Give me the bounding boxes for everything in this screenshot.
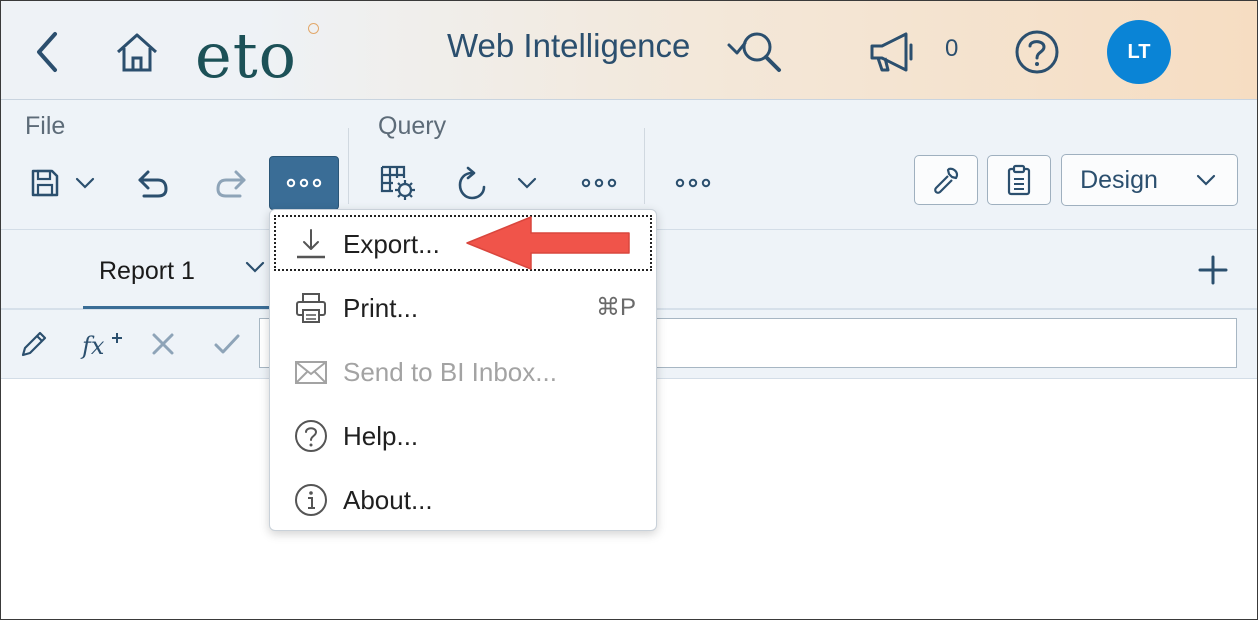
save-button[interactable] xyxy=(25,164,65,202)
refresh-icon xyxy=(458,166,486,200)
home-icon xyxy=(116,33,158,72)
pencil-icon xyxy=(21,331,47,357)
query-settings-button[interactable] xyxy=(377,162,419,204)
chevron-down-icon xyxy=(75,177,95,189)
menu-item-label: About... xyxy=(343,485,433,515)
company-logo: eto xyxy=(195,19,297,92)
menu-item-help[interactable]: Help... xyxy=(274,407,652,463)
refresh-dropdown-button[interactable] xyxy=(513,168,541,198)
envelope-icon xyxy=(294,355,328,389)
group-divider xyxy=(644,128,645,204)
wrench-icon xyxy=(934,167,959,194)
download-icon xyxy=(294,227,328,261)
app-window: eto Web Intelligence 0 LT File Query Des… xyxy=(0,0,1258,620)
edit-formula-button[interactable] xyxy=(17,322,51,366)
info-icon xyxy=(294,483,328,517)
home-button[interactable] xyxy=(111,27,163,77)
file-more-button[interactable] xyxy=(269,156,339,210)
menu-item-print[interactable]: Print... ⌘P xyxy=(274,279,652,335)
megaphone-icon xyxy=(870,32,913,72)
chevron-down-icon xyxy=(1196,174,1216,186)
chevron-down-icon xyxy=(517,177,537,189)
shell-header: eto Web Intelligence 0 LT xyxy=(1,1,1257,100)
toolbar-overflow-button[interactable] xyxy=(673,170,713,196)
notification-count: 0 xyxy=(945,35,959,62)
design-button[interactable]: Design xyxy=(1061,154,1177,206)
user-avatar[interactable]: LT xyxy=(1107,20,1171,84)
help-button[interactable] xyxy=(1013,28,1061,76)
query-settings-icon xyxy=(380,165,415,200)
chevron-down-icon[interactable] xyxy=(245,260,265,278)
query-group-label: Query xyxy=(378,112,447,140)
tab-report-1[interactable]: Report 1 xyxy=(83,230,269,309)
design-dropdown-button[interactable] xyxy=(1175,154,1238,206)
file-group-label: File xyxy=(25,112,66,140)
undo-button[interactable] xyxy=(131,164,175,204)
search-icon xyxy=(727,32,781,72)
cancel-formula-button[interactable] xyxy=(145,322,181,366)
query-more-button[interactable] xyxy=(579,170,619,196)
refresh-button[interactable] xyxy=(453,162,493,204)
plus-icon xyxy=(1198,255,1228,285)
chevron-left-icon xyxy=(37,32,57,72)
redo-icon xyxy=(216,170,246,198)
add-report-button[interactable] xyxy=(1197,254,1229,291)
menu-item-label: Help... xyxy=(343,421,419,451)
app-title: Web Intelligence xyxy=(447,27,691,64)
menu-item-send-to-inbox: Send to BI Inbox... xyxy=(274,343,652,399)
save-dropdown-button[interactable] xyxy=(71,168,99,198)
more-icon xyxy=(286,178,322,188)
function-button[interactable]: fx xyxy=(79,322,127,366)
tab-label: Report 1 xyxy=(99,257,195,285)
help-icon xyxy=(1015,30,1059,74)
search-button[interactable] xyxy=(725,25,785,77)
save-icon xyxy=(31,169,59,197)
help-icon xyxy=(294,419,328,453)
notifications-button[interactable] xyxy=(867,27,917,77)
logo-accent xyxy=(308,23,319,34)
printer-icon xyxy=(294,291,328,325)
back-button[interactable] xyxy=(27,29,67,75)
cancel-icon xyxy=(152,333,174,355)
menu-item-label: Send to BI Inbox... xyxy=(343,357,557,387)
confirm-formula-button[interactable] xyxy=(209,322,245,366)
more-icon xyxy=(581,178,617,188)
clipboard-icon xyxy=(1007,164,1031,196)
menu-item-label: Export... xyxy=(343,229,440,259)
svg-text:fx: fx xyxy=(80,332,105,360)
more-icon xyxy=(675,178,711,188)
function-icon: fx xyxy=(80,332,122,360)
redo-button[interactable] xyxy=(209,164,253,204)
annotation-arrow-icon xyxy=(466,216,630,270)
undo-icon xyxy=(138,170,168,198)
clipboard-button[interactable] xyxy=(987,155,1051,205)
menu-item-label: Print... xyxy=(343,293,419,323)
group-divider xyxy=(348,128,349,204)
tools-button[interactable] xyxy=(914,155,978,205)
keyboard-shortcut: ⌘P xyxy=(595,294,636,321)
check-icon xyxy=(214,334,240,354)
menu-item-about[interactable]: About... xyxy=(274,471,652,527)
